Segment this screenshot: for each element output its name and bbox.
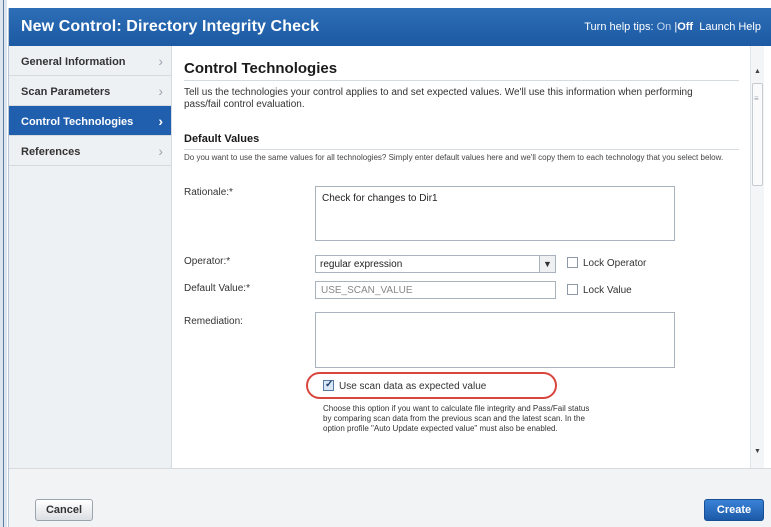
chevron-right-icon: › — [158, 143, 163, 159]
main-content: Control Technologies Tell us the technol… — [172, 46, 750, 468]
rationale-label: Rationale:* — [184, 187, 233, 198]
section-divider — [184, 149, 739, 150]
page-title: Control Technologies — [184, 60, 338, 77]
scroll-up-icon[interactable]: ▲ — [754, 68, 761, 75]
sidebar-item-scan-parameters[interactable]: Scan Parameters › — [9, 76, 171, 106]
content-scrollbar[interactable]: ▲ ≡ ▼ — [750, 46, 764, 468]
operator-label: Operator:* — [184, 256, 231, 267]
desktop-edge — [0, 0, 7, 527]
default-values-heading: Default Values — [184, 133, 260, 145]
intro-text: Tell us the technologies your control ap… — [184, 87, 693, 110]
help-tips-on-link[interactable]: On — [657, 21, 672, 33]
sidebar-item-control-technologies[interactable]: Control Technologies › — [9, 106, 171, 136]
grip-icon: ≡ — [754, 94, 759, 103]
operator-select[interactable]: regular expression ▼ — [315, 255, 556, 273]
title-bar: New Control: Directory Integrity Check T… — [9, 8, 771, 46]
default-value-label: Default Value:* — [184, 283, 250, 294]
operator-value: regular expression — [320, 259, 403, 270]
scroll-down-icon[interactable]: ▼ — [754, 448, 761, 455]
lock-value-label: Lock Value — [583, 285, 632, 296]
title-divider — [184, 80, 739, 81]
default-value-field[interactable]: USE_SCAN_VALUE — [315, 281, 556, 299]
launch-help-link[interactable]: Launch Help — [699, 21, 761, 33]
sidebar-item-label: Control Technologies — [21, 116, 134, 128]
lock-operator-label: Lock Operator — [583, 258, 647, 269]
wizard-sidebar: General Information › Scan Parameters › … — [9, 46, 172, 468]
dialog-footer: Cancel Create — [9, 468, 771, 527]
help-tips-off-link[interactable]: Off — [677, 21, 693, 33]
use-scan-data-label: Use scan data as expected value — [339, 381, 487, 392]
default-values-note: Do you want to use the same values for a… — [184, 153, 724, 162]
lock-operator-checkbox[interactable]: Lock Operator — [567, 257, 646, 269]
sidebar-item-general-information[interactable]: General Information › — [9, 46, 171, 76]
sidebar-item-references[interactable]: References › — [9, 136, 171, 166]
sidebar-item-label: General Information — [21, 56, 126, 68]
chevron-right-icon: › — [158, 53, 163, 69]
rationale-field[interactable]: Check for changes to Dir1 — [315, 186, 675, 241]
sidebar-item-label: Scan Parameters — [21, 86, 111, 98]
cancel-button[interactable]: Cancel — [35, 499, 93, 521]
sidebar-item-label: References — [21, 146, 81, 158]
checkbox-box[interactable] — [323, 379, 334, 391]
help-tips-label: Turn help tips: — [584, 21, 654, 33]
dialog-title: New Control: Directory Integrity Check — [21, 18, 320, 35]
checkbox-box[interactable] — [567, 284, 578, 295]
chevron-down-icon[interactable]: ▼ — [539, 256, 555, 272]
dialog-window: New Control: Directory Integrity Check T… — [8, 8, 771, 527]
create-button[interactable]: Create — [704, 499, 764, 521]
use-scan-data-checkbox[interactable]: Use scan data as expected value — [323, 379, 487, 392]
use-scan-data-help: Choose this option if you want to calcul… — [323, 404, 590, 433]
chevron-right-icon: › — [158, 113, 163, 129]
lock-value-checkbox[interactable]: Lock Value — [567, 284, 632, 296]
remediation-field[interactable] — [315, 312, 675, 368]
remediation-label: Remediation: — [184, 316, 243, 327]
chevron-right-icon: › — [158, 83, 163, 99]
checkbox-box[interactable] — [567, 257, 578, 268]
help-tips-bar: Turn help tips: On |Off Launch Help — [584, 21, 761, 33]
